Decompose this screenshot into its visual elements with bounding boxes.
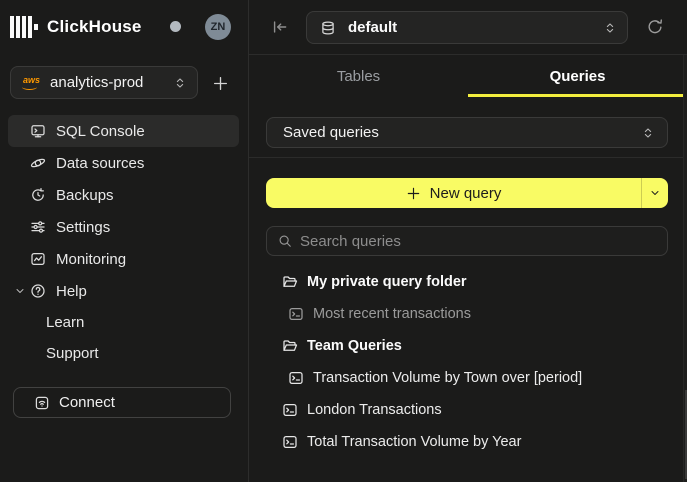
new-query-main[interactable]: New query [266,178,641,208]
status-dot [170,21,181,32]
sidebar-subitem-label: Learn [46,314,84,331]
query-label: London Transactions [307,402,442,418]
terminal-query-icon [288,370,304,386]
search-queries-box[interactable] [266,226,668,256]
app-title: ClickHouse [47,17,142,37]
terminal-query-icon [288,306,304,322]
sidebar-item-label: Settings [56,219,110,236]
plus-icon [212,75,229,92]
active-tab-underline [468,94,683,97]
refresh-icon [646,18,664,36]
data-sources-icon [30,155,46,171]
connect-button[interactable]: Connect [13,387,231,418]
query-row[interactable]: London Transactions [266,394,668,426]
collapse-left-icon [271,18,289,36]
chevron-updown-icon [603,21,617,35]
sidebar-subitem-label: Support [46,345,99,362]
terminal-query-icon [282,402,298,418]
clickhouse-console: ClickHouse ZN aws analytics-prod SQL Con… [0,0,687,482]
panel-topbar: default [249,0,687,55]
user-avatar[interactable]: ZN [205,14,231,40]
folder-open-icon [282,338,298,354]
service-select-value: analytics-prod [50,74,143,91]
collapse-panel-button[interactable] [271,18,289,36]
sidebar-item-learn[interactable]: Learn [8,307,239,338]
folder-open-icon [282,274,298,290]
query-row[interactable]: Most recent transactions [266,298,668,330]
connect-icon [34,395,50,411]
tab-label: Tables [337,68,380,85]
sidebar-item-backups[interactable]: Backups [8,179,239,211]
sidebar-item-label: Data sources [56,155,144,172]
query-folder-label: My private query folder [307,274,467,290]
chevron-down-icon [14,285,26,297]
chevron-updown-icon [173,76,187,90]
new-query-dropdown-button[interactable] [641,178,668,208]
section-divider [249,157,687,158]
database-icon [320,20,336,36]
sidebar-item-settings[interactable]: Settings [8,211,239,243]
sidebar: ClickHouse ZN aws analytics-prod SQL Con… [0,0,247,482]
sidebar-item-sql-console[interactable]: SQL Console [8,115,239,147]
aws-icon: aws [23,76,40,85]
service-select[interactable]: aws analytics-prod [10,66,198,99]
monitoring-icon [30,251,46,267]
sidebar-item-monitoring[interactable]: Monitoring [8,243,239,275]
query-row[interactable]: Total Transaction Volume by Year [266,426,668,458]
sidebar-item-label: Help [56,283,87,300]
terminal-query-icon [282,434,298,450]
new-query-label: New query [430,185,502,202]
help-icon [30,283,46,299]
query-label: Transaction Volume by Town over [period] [313,370,582,386]
sidebar-nav: SQL Console Data sources Backups Setting… [8,115,239,369]
sql-console-icon [30,123,46,139]
sidebar-item-support[interactable]: Support [8,338,239,369]
sidebar-item-data-sources[interactable]: Data sources [8,147,239,179]
saved-queries-select[interactable]: Saved queries [266,117,668,148]
search-icon [278,234,292,248]
add-service-button[interactable] [206,69,234,97]
connect-label: Connect [59,394,115,411]
query-label: Total Transaction Volume by Year [307,434,521,450]
settings-sliders-icon [30,219,46,235]
tab-tables[interactable]: Tables [249,55,468,97]
avatar-initials: ZN [211,21,226,33]
database-select-value: default [348,19,397,36]
backups-icon [30,187,46,203]
tab-bar: Tables Queries [249,55,687,97]
new-query-button[interactable]: New query [266,178,668,208]
query-folder-row[interactable]: Team Queries [266,330,668,362]
tab-label: Queries [550,68,606,85]
query-row[interactable]: Transaction Volume by Town over [period] [266,362,668,394]
clickhouse-logo-icon [10,16,38,38]
plus-icon [406,186,421,201]
sidebar-item-help[interactable]: Help [8,275,239,307]
explorer-panel: default Tables Queries Saved queries [248,0,687,482]
chevron-updown-icon [641,126,655,140]
sidebar-item-label: SQL Console [56,123,145,140]
sidebar-item-label: Monitoring [56,251,126,268]
app-logo: ClickHouse [10,13,142,41]
sidebar-item-label: Backups [56,187,114,204]
query-tree: My private query folder Most recent tran… [266,266,668,458]
scrollbar[interactable] [683,55,687,482]
saved-queries-select-value: Saved queries [283,124,379,141]
database-select[interactable]: default [306,11,628,44]
query-folder-label: Team Queries [307,338,402,354]
tab-queries[interactable]: Queries [468,55,687,97]
chevron-down-icon [649,187,661,199]
refresh-button[interactable] [646,18,664,36]
search-queries-input[interactable] [300,233,657,250]
query-label: Most recent transactions [313,306,471,322]
query-folder-row[interactable]: My private query folder [266,266,668,298]
